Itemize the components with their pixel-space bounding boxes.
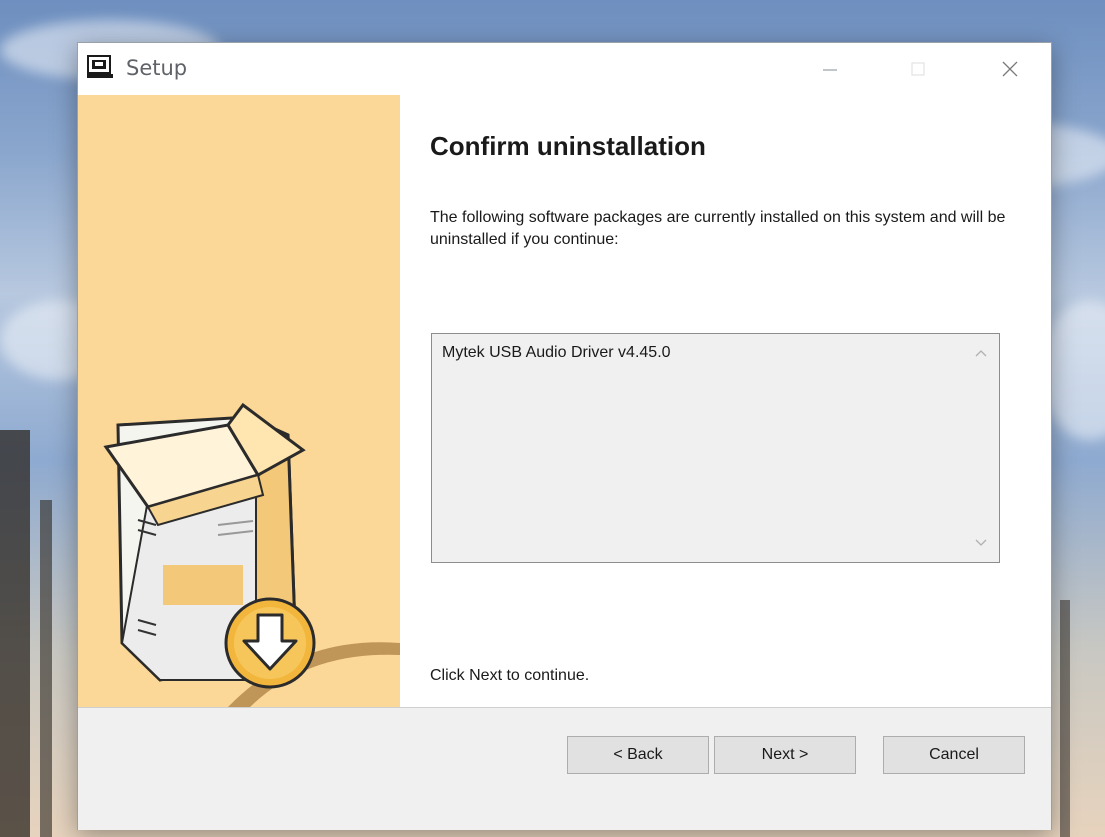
cancel-button[interactable]: Cancel [883,736,1025,774]
minimize-icon [823,69,837,71]
page-heading: Confirm uninstallation [430,131,706,161]
installed-packages-list[interactable]: Mytek USB Audio Driver v4.45.0 [431,333,1000,563]
title-bar[interactable]: Setup [78,43,1051,95]
scroll-up-button[interactable] [970,342,992,364]
scroll-down-button[interactable] [970,532,992,554]
page-description: The following software packages are curr… [430,209,1006,248]
continue-hint: Click Next to continue. [430,667,590,684]
maximize-icon [911,62,925,76]
next-button[interactable]: Next > [714,736,856,774]
chevron-up-icon [975,350,987,357]
wizard-side-banner [78,95,400,707]
back-button[interactable]: < Back [567,736,709,774]
close-icon [1002,61,1018,77]
list-item[interactable]: Mytek USB Audio Driver v4.45.0 [442,344,671,362]
close-button[interactable] [978,43,1042,95]
wizard-content: Confirm uninstallation The following sof… [400,95,1051,707]
chevron-down-icon [975,539,987,546]
maximize-button[interactable] [886,43,950,95]
setup-window: Setup Confirm uninstallation The followi… [77,42,1052,830]
window-title: Setup [126,56,188,80]
setup-app-icon [87,55,113,79]
wizard-footer: < Back Next > Cancel [78,707,1051,830]
minimize-button[interactable] [798,43,862,95]
install-box-illustration [103,402,400,707]
